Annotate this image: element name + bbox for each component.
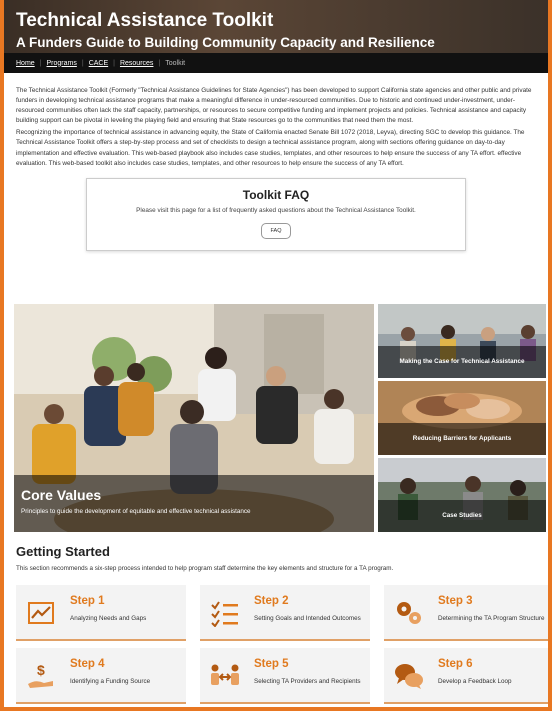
- people-exchange-icon: [211, 664, 239, 685]
- getting-started-title: Getting Started: [16, 544, 110, 559]
- step-4-label: Identifying a Funding Source: [70, 678, 151, 685]
- step-1-label: Analyzing Needs and Gaps: [70, 615, 147, 622]
- breadcrumb-programs[interactable]: Programs: [47, 60, 77, 67]
- checklist-icon: [211, 601, 238, 627]
- breadcrumb-home[interactable]: Home: [16, 60, 35, 67]
- breadcrumb: Home | Programs | CACE | Resources | Toolkit: [4, 53, 548, 73]
- page-subtitle: A Funders Guide to Building Community Ca…: [16, 35, 435, 50]
- making-case-label: Making the Case for Technical Assistance: [378, 346, 546, 378]
- breadcrumb-resources[interactable]: Resources: [120, 60, 153, 67]
- step-4-card[interactable]: $ Step 4 Identifying a Funding Source: [16, 648, 186, 704]
- dollar-hand-icon: $: [28, 662, 53, 688]
- making-case-tile[interactable]: Making the Case for Technical Assistance: [378, 304, 546, 378]
- step-6-label: Develop a Feedback Loop: [438, 678, 512, 685]
- core-values-caption: Core Values Principles to guide the deve…: [14, 475, 374, 532]
- step-1-card[interactable]: Step 1 Analyzing Needs and Gaps: [16, 585, 186, 641]
- case-studies-label: Case Studies: [378, 500, 546, 532]
- step-5-label: Selecting TA Providers and Recipients: [254, 678, 361, 685]
- faq-title: Toolkit FAQ: [242, 187, 310, 202]
- breadcrumb-cace[interactable]: CACE: [89, 60, 108, 67]
- reducing-barriers-tile[interactable]: Reducing Barriers for Applicants: [378, 381, 546, 455]
- gears-icon: [397, 602, 421, 624]
- step-6-title: Step 6: [438, 658, 473, 670]
- step-2-card[interactable]: Step 2 Setting Goals and Intended Outcom…: [200, 585, 370, 641]
- page-frame: Technical Assistance Toolkit A Funders G…: [4, 0, 548, 707]
- core-values-title: Core Values: [21, 487, 102, 503]
- page-title: Technical Assistance Toolkit: [16, 10, 274, 31]
- page-header: Technical Assistance Toolkit A Funders G…: [4, 0, 548, 73]
- step-3-card[interactable]: Step 3 Determining the TA Program Struct…: [384, 585, 548, 641]
- getting-started-description: This section recommends a six-step proce…: [16, 565, 394, 572]
- intro-text: The Technical Assistance Toolkit (Former…: [4, 73, 548, 169]
- intro-paragraph-2: Recognizing the importance of technical …: [16, 129, 525, 167]
- getting-started-section: Getting Started This section recommends …: [16, 544, 393, 572]
- step-2-title: Step 2: [254, 595, 289, 607]
- faq-button[interactable]: FAQ: [261, 222, 291, 239]
- step-5-title: Step 5: [254, 658, 289, 670]
- step-2-label: Setting Goals and Intended Outcomes: [254, 615, 361, 622]
- step-4-title: Step 4: [70, 658, 105, 670]
- core-values-subtitle: Principles to guide the development of e…: [21, 508, 251, 515]
- svg-text:$: $: [37, 662, 45, 678]
- core-values-tile[interactable]: Core Values Principles to guide the deve…: [14, 304, 374, 532]
- breadcrumb-current: Toolkit: [165, 59, 186, 67]
- step-6-card[interactable]: Step 6 Develop a Feedback Loop: [384, 648, 548, 704]
- step-1-title: Step 1: [70, 595, 105, 607]
- step-3-title: Step 3: [438, 595, 473, 607]
- reducing-barriers-label: Reducing Barriers for Applicants: [378, 423, 546, 455]
- intro-paragraph-1: The Technical Assistance Toolkit (Former…: [16, 87, 532, 125]
- faq-description: Please visit this page for a list of fre…: [136, 206, 416, 214]
- chart-trend-icon: [28, 602, 54, 624]
- step-5-card[interactable]: Step 5 Selecting TA Providers and Recipi…: [200, 648, 370, 704]
- case-studies-tile[interactable]: Case Studies: [378, 458, 546, 532]
- step-3-label: Determining the TA Program Structure: [438, 615, 545, 622]
- faq-box: Toolkit FAQ Please visit this page for a…: [86, 177, 466, 251]
- chat-bubbles-icon: [395, 664, 423, 689]
- feature-tiles: Core Values Principles to guide the deve…: [14, 304, 546, 532]
